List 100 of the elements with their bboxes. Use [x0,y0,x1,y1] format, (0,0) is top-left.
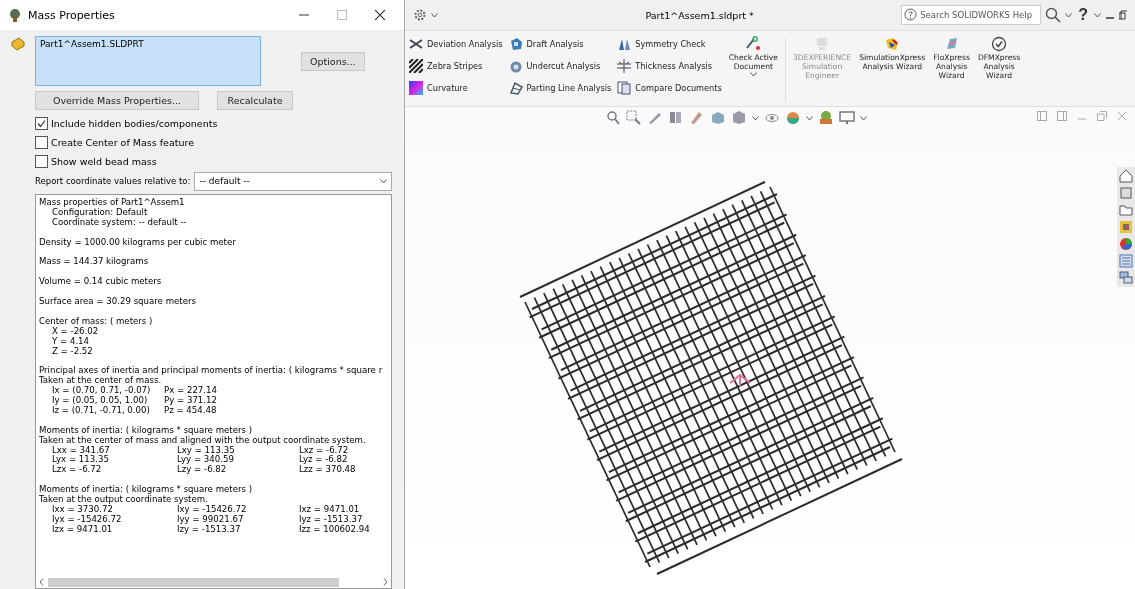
override-button[interactable]: Override Mass Properties... [35,91,199,110]
result-line: Center of mass: ( meters ) [39,316,154,327]
caret-icon[interactable] [806,115,813,121]
result-line: Mass properties of Part1^Assem1 [39,198,186,208]
result-value: Py = 371.12 [164,396,218,406]
document-title: Part1^Assem1.sldprt * [644,9,755,21]
caret-icon[interactable] [860,115,867,121]
caret-icon[interactable] [749,72,757,77]
checkbox[interactable] [35,117,48,130]
ribbon-button[interactable]: Deviation Analysis [409,34,503,53]
ribbon-button[interactable]: Parting Line Analysis [508,78,612,97]
result-value: Izx = 9471.01 [52,524,114,535]
window-title: Mass Properties [28,8,116,22]
folder-icon[interactable] [1119,203,1133,217]
crosshair-icon [617,58,632,73]
scroll-left-icon[interactable] [39,578,44,586]
restore-icon[interactable] [1097,111,1107,121]
restore-icon[interactable] [1119,10,1127,20]
scroll-right-icon[interactable] [383,578,388,586]
zoom-area-icon[interactable] [626,110,642,126]
help-button[interactable]: ? [1076,6,1090,24]
selection-list[interactable]: Part1^Assem1.SLDPRT [35,36,261,86]
ribbon-button[interactable]: Thickness Analysis [617,56,722,75]
maximize-icon [337,10,347,20]
result-value: Lzy = -6.82 [177,465,228,476]
result-line: Volume = 0.14 cubic meters [39,277,163,288]
result-line: Surface area = 30.29 square meters [39,297,197,307]
result-line: Configuration: Default [51,207,149,218]
result-value: Lxz = -6.72 [299,445,349,455]
field-label: Report coordinate values relative to: [35,176,191,186]
result-value: Px = 227.14 [164,386,218,396]
ribbon-button[interactable]: Symmetry Check [617,34,722,53]
result-line: Principal axes of inertia and principal moments of inertia: ( kilograms * square r [39,366,384,377]
coordinate-dropdown[interactable]: -- default -- [194,171,392,191]
gear-icon[interactable] [413,8,427,22]
result-line: X = -26.02 [51,326,100,337]
recalculate-button[interactable]: Recalculate [217,91,293,110]
result-value: Iz = (0.71, -0.71, 0.00) [52,405,151,416]
result-value: Iyy = 99021.67 [177,514,245,525]
result-value: Lzx = -6.72 [52,465,103,476]
checkbox-label: Show weld bead mass [51,156,157,167]
panel-right-icon[interactable] [1057,111,1067,121]
result-line: Moments of inertia: ( kilograms * square meters ) [39,425,254,436]
result-value: Lyx = 113.35 [52,455,110,466]
list-item[interactable]: Part1^Assem1.SLDPRT [40,39,256,49]
app-icon [8,8,22,22]
result-value: Izy = -1513.37 [177,524,242,535]
result-line: Taken at the center of mass and aligned with the output coordinate system. [39,435,367,446]
panel-left-icon[interactable] [1037,111,1047,121]
part-icon [9,36,26,52]
ribbon-button[interactable]: Undercut Analysis [508,56,612,75]
caret-icon[interactable] [380,178,387,184]
search-field[interactable]: Search SOLIDWORKS Help [901,5,1042,25]
ribbon-button[interactable]: Zebra Stripes [409,56,503,75]
sphere-icon[interactable] [785,110,801,126]
options-button[interactable]: Options... [301,51,365,71]
pen-icon[interactable] [689,110,705,126]
result-value: Lyy = 340.59 [177,455,235,466]
zoom-icon[interactable] [605,110,621,126]
caret-icon[interactable] [431,12,438,18]
result-line: Mass = 144.37 kilograms [39,257,150,268]
result-line: Moments of inertia: ( kilograms * square meters ) [39,485,254,495]
result-line: Taken at the center of mass. [39,376,163,386]
caret-icon[interactable] [1094,12,1101,18]
result-value: Pz = 454.48 [164,405,218,416]
stripes-icon [409,58,423,73]
close-icon [375,10,385,20]
checkbox-label: Create Center of Mass feature [51,137,194,148]
result-value: Iyz = -1513.37 [299,514,364,525]
pencil-icon[interactable] [647,110,663,126]
result-value: Ixz = 9471.01 [299,504,361,515]
result-value: Iyx = -15426.72 [52,514,123,525]
documents-icon [617,80,632,95]
result-value: Lxy = 113.35 [177,445,236,456]
checkbox-label: Include hidden bodies/components [51,118,218,129]
ribbon-button[interactable]: Curvature [409,78,503,97]
monitor-icon[interactable] [839,110,855,126]
monitors-icon[interactable] [1119,271,1133,285]
result-value: Ixy = -15426.72 [177,504,248,515]
result-line: Coordinate system: -- default -- [51,217,188,228]
gradient-icon [409,80,423,95]
result-value: Izz = 100602.94 [299,524,371,535]
home-icon[interactable] [1119,169,1133,183]
ribbon-button[interactable]: Compare Documents [617,78,722,97]
close-icon[interactable] [1117,111,1127,121]
check-icon [37,119,46,128]
caret-icon[interactable] [752,115,759,121]
checkbox[interactable] [35,155,48,168]
ribbon-button[interactable]: Draft Analysis [508,34,612,53]
result-value: Ixx = 3730.72 [52,504,113,515]
scrollbar-thumb[interactable] [48,577,339,587]
search-icon[interactable] [1045,7,1062,23]
checkbox[interactable] [35,136,48,149]
result-line: Y = 4.14 [51,336,91,347]
result-value: Ix = (0.70, 0.71, -0.07) [52,386,152,396]
result-value: Lxx = 341.67 [52,445,111,455]
result-line: Density = 1000.00 kilograms per cubic meter [39,237,237,248]
result-value: Iy = (0.05, 0.05, 1.00) [52,396,149,406]
caret-icon[interactable] [1065,12,1073,18]
result-line: Z = -2.52 [51,346,94,357]
